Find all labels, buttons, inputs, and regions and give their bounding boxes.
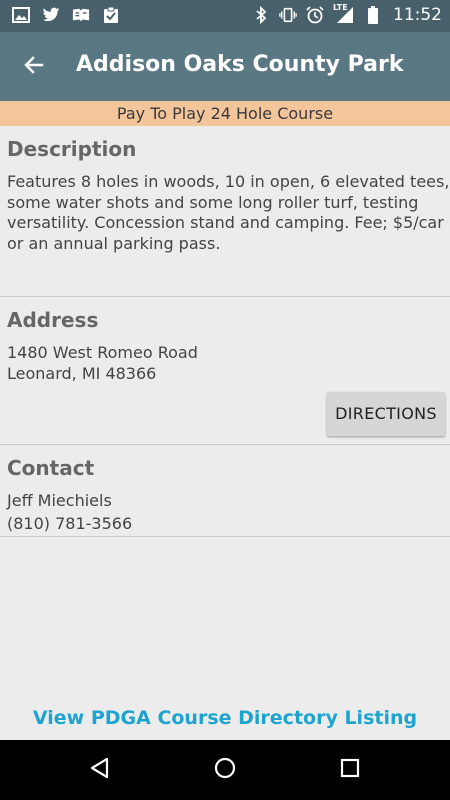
system-icons: LTE 11:52 <box>252 3 442 25</box>
address-heading: Address <box>7 308 99 332</box>
network-label: LTE <box>333 3 348 12</box>
address-line1: 1480 West Romeo Road <box>7 343 198 362</box>
directions-button[interactable]: DIRECTIONS <box>327 392 445 436</box>
twitter-icon <box>42 6 60 24</box>
pdga-directory-link[interactable]: View PDGA Course Directory Listing <box>0 707 450 729</box>
contact-name: Jeff Miechiels <box>7 491 112 510</box>
nav-recents-button[interactable] <box>336 756 364 784</box>
gallery-icon <box>12 6 30 24</box>
clipboard-check-icon <box>102 6 120 24</box>
recents-square-icon <box>339 757 361 783</box>
navigation-bar <box>0 740 450 800</box>
contact-phone[interactable]: (810) 781-3566 <box>7 514 450 535</box>
divider <box>0 444 450 445</box>
divider <box>0 536 450 537</box>
arrow-left-icon <box>22 53 46 81</box>
address-line2: Leonard, MI 48366 <box>7 364 157 383</box>
nav-home-button[interactable] <box>211 756 239 784</box>
news-icon <box>72 6 90 24</box>
back-triangle-icon <box>88 756 112 784</box>
home-circle-icon <box>213 756 237 784</box>
description-text: Features 8 holes in woods, 10 in open, 6… <box>7 172 450 253</box>
contact-heading: Contact <box>7 456 95 480</box>
status-bar: LTE 11:52 <box>0 0 450 32</box>
bluetooth-icon <box>252 6 270 24</box>
alarm-icon <box>306 6 324 24</box>
lte-signal-icon: LTE <box>333 3 355 24</box>
back-button[interactable] <box>18 52 50 82</box>
notification-icons <box>12 6 120 24</box>
description-heading: Description <box>7 137 137 161</box>
divider <box>0 296 450 297</box>
nav-back-button[interactable] <box>86 756 114 784</box>
page-title: Addison Oaks County Park <box>76 52 404 77</box>
battery-icon <box>364 6 382 24</box>
app-bar: Addison Oaks County Park <box>0 32 450 101</box>
course-type-banner: Pay To Play 24 Hole Course <box>0 101 450 126</box>
status-time: 11:52 <box>393 5 442 25</box>
vibrate-icon <box>279 6 297 24</box>
